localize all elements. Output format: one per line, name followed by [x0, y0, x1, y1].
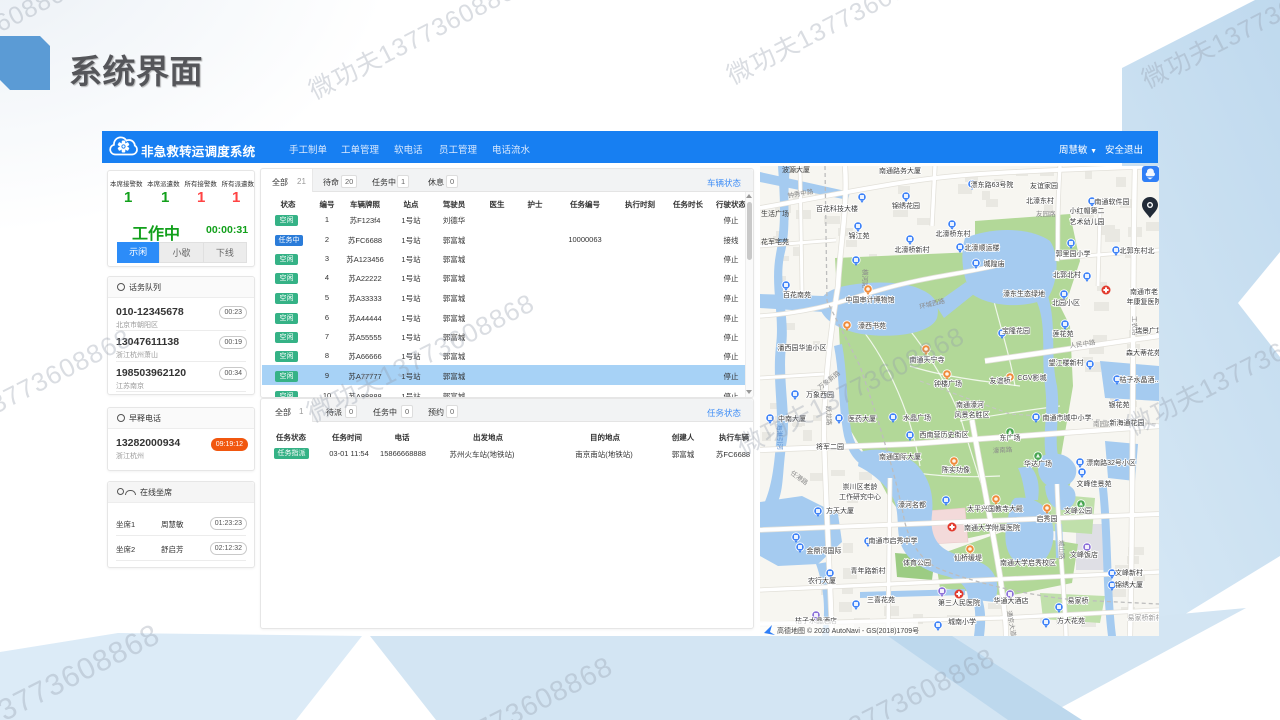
svg-text:生活广场: 生活广场: [761, 209, 789, 218]
svg-text:启秀园: 启秀园: [1037, 514, 1058, 523]
svg-text:体育公园: 体育公园: [903, 558, 931, 567]
svg-text:西南营历史街区: 西南营历史街区: [920, 430, 969, 439]
svg-text:陈实功像: 陈实功像: [942, 465, 970, 474]
svg-text:濠河名都: 濠河名都: [898, 500, 926, 509]
svg-text:南通路务大厦: 南通路务大厦: [879, 166, 921, 175]
svg-text:方大花苑: 方大花苑: [1057, 616, 1085, 625]
svg-text:新海通花园: 新海通花园: [1110, 418, 1145, 427]
svg-text:中国审计博物馆: 中国审计博物馆: [846, 295, 895, 304]
svg-text:北园小区: 北园小区: [1052, 298, 1080, 307]
svg-text:南通国际大厦: 南通国际大厦: [879, 452, 921, 461]
svg-text:漂东路63号院: 漂东路63号院: [971, 180, 1014, 189]
svg-text:郭里园小学: 郭里园小学: [1056, 249, 1091, 258]
svg-text:CGV影城: CGV影城: [1017, 373, 1046, 382]
svg-text:钟楼广场: 钟楼广场: [934, 379, 962, 388]
svg-text:花军宅苑: 花军宅苑: [761, 237, 789, 246]
svg-text:太平兴国教寺大殿: 太平兴国教寺大殿: [967, 504, 1023, 513]
svg-text:东广场: 东广场: [1000, 433, 1021, 442]
svg-text:艺术幼儿园: 艺术幼儿园: [1070, 217, 1105, 226]
svg-text:南通市城中小学: 南通市城中小学: [1043, 413, 1092, 422]
svg-text:将军二园: 将军二园: [816, 442, 844, 451]
svg-text:南通大学附属医院: 南通大学附属医院: [964, 523, 1020, 532]
svg-text:潘西园华迪小区: 潘西园华迪小区: [778, 343, 827, 352]
svg-text:友谊桥: 友谊桥: [990, 376, 1011, 385]
svg-text:莲花苑: 莲花苑: [1053, 329, 1074, 338]
svg-text:水晶广场: 水晶广场: [903, 413, 931, 422]
svg-text:濠东生态绿地: 濠东生态绿地: [1003, 289, 1045, 298]
svg-text:森大蒂花苑南: 森大蒂花苑南: [1126, 348, 1159, 357]
svg-text:北郭东村北: 北郭东村北: [1120, 246, 1155, 255]
svg-text:百花南苑: 百花南苑: [783, 290, 811, 299]
svg-text:宝隆花园: 宝隆花园: [1002, 326, 1030, 335]
svg-text:锦江苑: 锦江苑: [849, 231, 870, 240]
svg-text:北濠东村: 北濠东村: [1026, 196, 1054, 205]
svg-text:金鼎湾国际: 金鼎湾国际: [807, 546, 842, 555]
svg-text:崇川区老龄: 崇川区老龄: [843, 482, 878, 491]
svg-text:南通天宁寺: 南通天宁寺: [910, 355, 945, 364]
svg-text:瑞景广场: 瑞景广场: [1135, 326, 1159, 335]
svg-text:城隍庙: 城隍庙: [984, 259, 1005, 268]
svg-text:中南大厦: 中南大厦: [778, 414, 806, 423]
svg-text:望江楼新村: 望江楼新村: [1049, 358, 1084, 367]
svg-text:华通大酒店: 华通大酒店: [994, 596, 1029, 605]
svg-text:南通大学启秀校区: 南通大学启秀校区: [1000, 558, 1056, 567]
svg-text:仙桥缓堤: 仙桥缓堤: [954, 553, 982, 562]
svg-text:文峰公园: 文峰公园: [1064, 506, 1092, 515]
svg-text:北濠顺运楼: 北濠顺运楼: [965, 243, 1000, 252]
svg-text:易家桥新村: 易家桥新村: [1128, 613, 1160, 622]
svg-text:北濠桥东村: 北濠桥东村: [936, 229, 971, 238]
svg-text:易家桥: 易家桥: [1068, 596, 1089, 605]
svg-text:农行大厦: 农行大厦: [808, 576, 836, 585]
svg-text:北濠桥新村: 北濠桥新村: [895, 245, 930, 254]
svg-text:三喜花苑: 三喜花苑: [867, 595, 895, 604]
svg-text:医药大厦: 医药大厦: [848, 414, 876, 423]
svg-text:友谊家园: 友谊家园: [1030, 181, 1058, 190]
svg-text:南通濠河: 南通濠河: [956, 400, 984, 409]
svg-text:南通市老: 南通市老: [1130, 287, 1158, 296]
svg-text:濠西书苑: 濠西书苑: [858, 321, 886, 330]
svg-text:漂南路32号小区: 漂南路32号小区: [1086, 458, 1136, 467]
svg-text:华达广场: 华达广场: [1024, 459, 1052, 468]
svg-text:锦绣花园: 锦绣花园: [892, 201, 920, 210]
svg-text:文峰佳景苑: 文峰佳景苑: [1077, 479, 1112, 488]
svg-text:银花苑: 银花苑: [1109, 400, 1130, 409]
svg-text:第三人民医院: 第三人民医院: [938, 598, 980, 607]
svg-text:工作研究中心: 工作研究中心: [839, 492, 881, 501]
svg-text:南通软件园: 南通软件园: [1095, 197, 1130, 206]
svg-text:百花科技大楼: 百花科技大楼: [816, 204, 858, 213]
svg-text:风景名胜区: 风景名胜区: [955, 410, 990, 419]
svg-text:小红帽第二: 小红帽第二: [1070, 206, 1105, 215]
svg-text:文峰新村: 文峰新村: [1115, 568, 1143, 577]
svg-text:友园路: 友园路: [1036, 209, 1056, 218]
svg-text:高德地图 © 2020 AutoNavi - GS(2018: 高德地图 © 2020 AutoNavi - GS(2018)1709号: [777, 626, 919, 635]
svg-text:锦绣大厦: 锦绣大厦: [1115, 580, 1143, 589]
svg-text:文峰饭店: 文峰饭店: [1070, 550, 1098, 559]
svg-text:南通市启秀中学: 南通市启秀中学: [869, 536, 918, 545]
svg-text:桔子水晶酒..: 桔子水晶酒..: [1120, 375, 1159, 384]
svg-text:青年路新村: 青年路新村: [851, 566, 886, 575]
svg-text:方天大厦: 方天大厦: [826, 506, 854, 515]
svg-text:波源大厦: 波源大厦: [782, 166, 810, 174]
svg-text:万象西园: 万象西园: [806, 390, 834, 399]
svg-text:年康复医院: 年康复医院: [1127, 297, 1160, 306]
svg-text:城南小学: 城南小学: [948, 617, 976, 626]
svg-text:北郭北村: 北郭北村: [1053, 270, 1081, 279]
